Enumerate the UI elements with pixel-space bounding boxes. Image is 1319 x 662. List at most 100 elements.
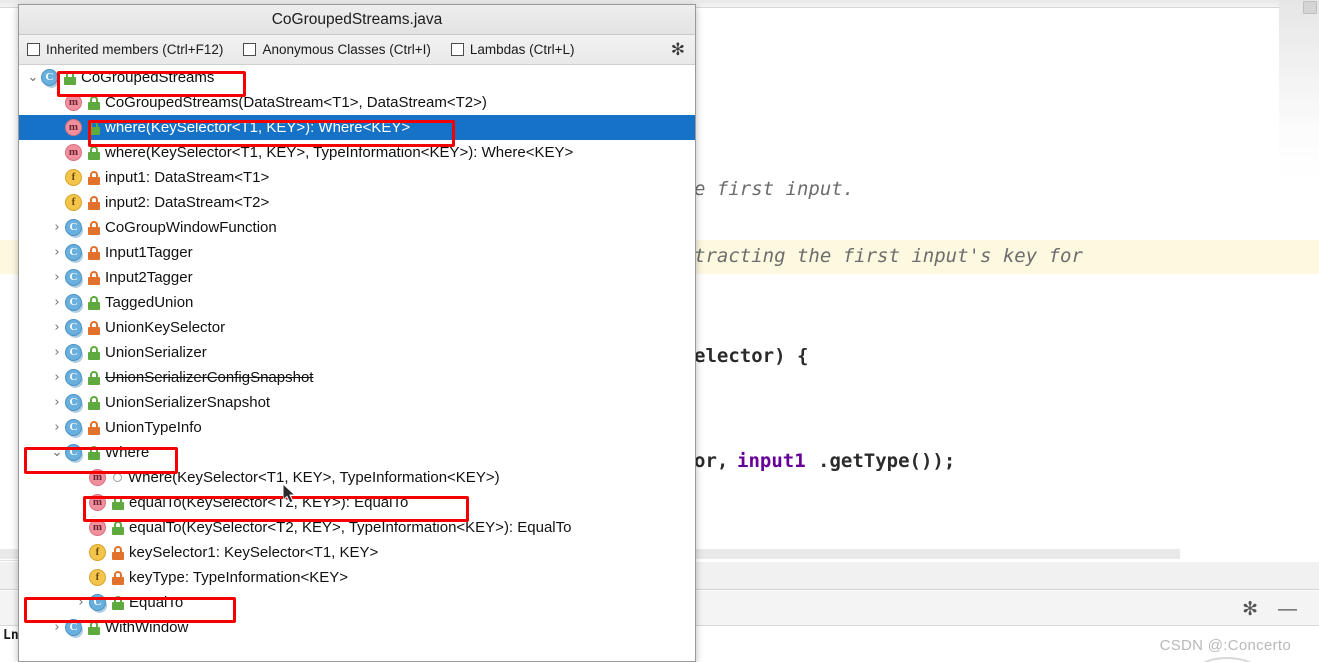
filter-lambdas[interactable]: Lambdas (Ctrl+L) <box>450 42 575 57</box>
private-lock-icon <box>112 570 124 585</box>
checkbox-lambdas[interactable] <box>450 43 464 56</box>
field-icon: f <box>65 193 83 212</box>
chevron-down-icon[interactable]: ⌄ <box>49 445 65 460</box>
field-icon: f <box>89 568 107 587</box>
structure-tree[interactable]: ⌄ C CoGroupedStreams m CoGroupedStreams(Dat… <box>19 65 695 661</box>
watermark-text: CSDN @:Concerto <box>1159 637 1291 654</box>
tree-row-label: WithWindow <box>105 619 189 636</box>
tree-row-label: input2: DataStream<T2> <box>105 194 270 211</box>
code-line-signature: elector) { <box>694 345 809 367</box>
tree-row-label: UnionTypeInfo <box>105 419 202 436</box>
class-icon: C <box>65 218 83 237</box>
tree-row[interactable]: m where(KeySelector<T1, KEY>, TypeInforma… <box>19 140 695 165</box>
tree-row[interactable]: m equalTo(KeySelector<T2, KEY>): EqualTo <box>19 490 695 515</box>
chevron-right-icon[interactable]: › <box>49 295 65 310</box>
tree-row[interactable]: ⌄ C CoGroupedStreams <box>19 65 695 90</box>
checkbox-anonymous-classes[interactable] <box>243 43 257 56</box>
public-lock-icon <box>88 95 100 110</box>
tree-row[interactable]: › C Input1Tagger <box>19 240 695 265</box>
gear-icon[interactable]: ✻ <box>1242 600 1258 619</box>
public-lock-icon <box>88 295 100 310</box>
public-lock-icon <box>112 595 124 610</box>
filter-anonymous-classes[interactable]: Anonymous Classes (Ctrl+I) <box>243 42 431 57</box>
checkbox-inherited-members[interactable] <box>27 43 40 56</box>
method-icon: m <box>89 518 107 537</box>
tree-row-label: UnionSerializer <box>105 344 207 361</box>
mouse-cursor <box>283 484 297 504</box>
class-icon: C <box>65 243 83 262</box>
tree-row[interactable]: › C EqualTo <box>19 590 695 615</box>
class-icon: C <box>65 293 83 312</box>
tree-row[interactable]: › C UnionSerializer <box>19 340 695 365</box>
code-line-statement-suffix: .getType()); <box>818 450 956 472</box>
tree-row[interactable]: › C TaggedUnion <box>19 290 695 315</box>
public-lock-icon <box>64 70 76 85</box>
tree-row[interactable]: f input1: DataStream<T1> <box>19 165 695 190</box>
tree-row[interactable]: m where(KeySelector<T1, KEY>): Where<KEY> <box>19 115 695 140</box>
tree-row-label: UnionSerializerSnapshot <box>105 394 271 411</box>
chevron-right-icon[interactable]: › <box>49 245 65 260</box>
tree-row[interactable]: m Where(KeySelector<T1, KEY>, TypeInforma… <box>19 465 695 490</box>
tree-row[interactable]: f keyType: TypeInformation<KEY> <box>19 565 695 590</box>
vertical-scrollbar-thumb[interactable] <box>1303 1 1317 14</box>
chevron-placeholder <box>49 120 65 135</box>
private-lock-icon <box>88 170 100 185</box>
chevron-down-icon[interactable]: ⌄ <box>25 70 41 85</box>
popup-title: CoGroupedStreams.java <box>19 5 695 35</box>
field-icon: f <box>65 168 83 187</box>
tree-row-label: CoGroupedStreams(DataStream<T1>, DataStr… <box>105 94 487 111</box>
tree-row-label: CoGroupWindowFunction <box>105 219 277 236</box>
class-icon: C <box>65 443 83 462</box>
tree-row[interactable]: › C Input2Tagger <box>19 265 695 290</box>
class-icon: C <box>65 343 83 362</box>
tree-row-label: UnionSerializerConfigSnapshot <box>105 369 314 386</box>
file-structure-popup: CoGroupedStreams.java Inherited members … <box>18 4 696 662</box>
private-lock-icon <box>88 320 100 335</box>
tree-row-label: where(KeySelector<T1, KEY>): Where<KEY> <box>105 119 411 136</box>
public-lock-icon <box>88 345 100 360</box>
chevron-right-icon[interactable]: › <box>49 220 65 235</box>
chevron-right-icon[interactable]: › <box>73 595 89 610</box>
tree-row[interactable]: › C CoGroupWindowFunction <box>19 215 695 240</box>
settings-gear-icon[interactable]: ✻ <box>671 41 685 58</box>
chevron-right-icon[interactable]: › <box>49 370 65 385</box>
method-icon: m <box>65 143 83 162</box>
public-lock-icon <box>88 620 100 635</box>
chevron-right-icon[interactable]: › <box>49 320 65 335</box>
filter-inherited-members[interactable]: Inherited members (Ctrl+F12) <box>27 42 223 57</box>
tree-row[interactable]: ⌄ C Where <box>19 440 695 465</box>
chevron-right-icon[interactable]: › <box>49 345 65 360</box>
code-line-comment-1: e first input. <box>694 178 855 200</box>
tree-row[interactable]: › C UnionTypeInfo <box>19 415 695 440</box>
tree-row-label: UnionKeySelector <box>105 319 226 336</box>
tree-row[interactable]: › C WithWindow <box>19 615 695 640</box>
chevron-right-icon[interactable]: › <box>49 620 65 635</box>
class-icon: C <box>65 318 83 337</box>
private-lock-icon <box>88 270 100 285</box>
tree-row[interactable]: f keySelector1: KeySelector<T1, KEY> <box>19 540 695 565</box>
public-lock-icon <box>88 145 100 160</box>
tree-row[interactable]: f input2: DataStream<T2> <box>19 190 695 215</box>
popup-filter-bar: Inherited members (Ctrl+F12) Anonymous C… <box>19 35 695 65</box>
minimize-icon[interactable]: — <box>1278 600 1297 619</box>
tree-row-label: TaggedUnion <box>105 294 194 311</box>
tree-row[interactable]: › C UnionKeySelector <box>19 315 695 340</box>
tree-row[interactable]: m equalTo(KeySelector<T2, KEY>, TypeInfor… <box>19 515 695 540</box>
tree-row-label: Where <box>105 444 150 461</box>
private-lock-icon <box>88 245 100 260</box>
class-icon: C <box>65 368 83 387</box>
tree-row[interactable]: › C UnionSerializerSnapshot <box>19 390 695 415</box>
filter-label: Inherited members (Ctrl+F12) <box>46 42 224 57</box>
tree-row[interactable]: › C UnionSerializerConfigSnapshot <box>19 365 695 390</box>
chevron-right-icon[interactable]: › <box>49 395 65 410</box>
tree-row[interactable]: m CoGroupedStreams(DataStream<T1>, DataSt… <box>19 90 695 115</box>
tree-row-label: Input1Tagger <box>105 244 193 261</box>
chevron-right-icon[interactable]: › <box>49 420 65 435</box>
private-lock-icon <box>88 220 100 235</box>
tree-row-label: keySelector1: KeySelector<T1, KEY> <box>129 544 379 561</box>
public-lock-icon <box>88 120 100 135</box>
watermark-logo <box>1195 657 1259 662</box>
class-icon: C <box>41 68 59 87</box>
chevron-right-icon[interactable]: › <box>49 270 65 285</box>
tree-row-label: CoGroupedStreams <box>81 69 215 86</box>
